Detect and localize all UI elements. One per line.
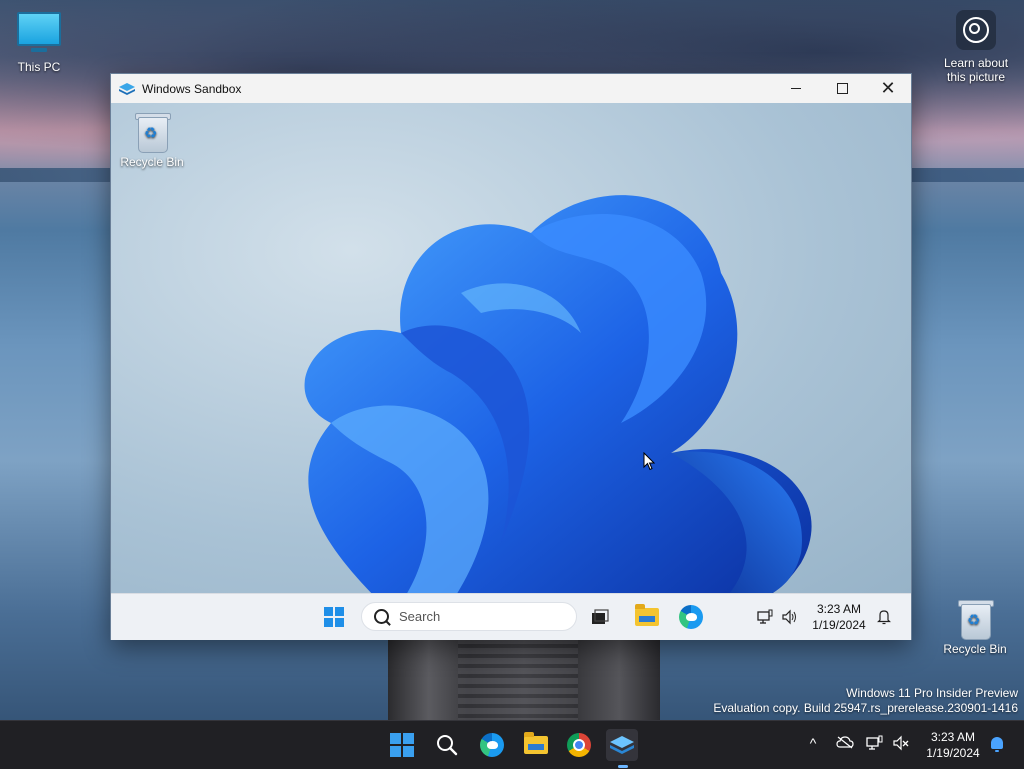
desktop-icon-this-pc[interactable]: This PC <box>0 12 78 74</box>
minimize-button[interactable] <box>773 74 819 103</box>
learn-label: Learn about this picture <box>943 56 1009 84</box>
notification-button[interactable] <box>873 606 895 628</box>
start-button[interactable] <box>386 729 418 761</box>
search-button[interactable] <box>431 729 463 761</box>
edge-beta-button[interactable] <box>476 729 508 761</box>
windows-sandbox-icon <box>119 82 135 95</box>
task-view-icon <box>592 609 609 624</box>
start-button[interactable] <box>319 604 349 630</box>
network-button[interactable] <box>755 606 775 628</box>
volume-icon <box>782 609 796 625</box>
taskbar-clock[interactable]: 3:23 AM 1/19/2024 <box>920 729 986 761</box>
recycle-bin-icon: ♻ <box>958 598 994 640</box>
clock-time: 3:23 AM <box>930 730 976 744</box>
desktop-icon-label: Recycle Bin <box>120 155 184 169</box>
chevron-up-icon: ^ <box>809 735 817 751</box>
watermark-line: Evaluation copy. Build 25947.rs_prerelea… <box>713 701 1018 715</box>
network-icon <box>757 609 773 624</box>
chrome-button[interactable] <box>563 729 595 761</box>
recycle-bin-icon: ♻ <box>135 111 171 153</box>
evaluation-watermark: Windows 11 Pro Insider Preview Evaluatio… <box>713 686 1018 716</box>
monitor-icon <box>17 12 61 52</box>
sandbox-taskbar: Search 3:23 AM 1/19/2024 <box>111 593 911 640</box>
sandbox-desktop-icon-recycle-bin[interactable]: ♻ Recycle Bin <box>113 111 191 169</box>
bell-icon <box>991 737 1003 752</box>
desktop-icon-label: Recycle Bin <box>943 642 1007 656</box>
onedrive-button[interactable] <box>834 735 856 752</box>
chrome-icon <box>567 733 591 757</box>
maximize-button[interactable] <box>819 74 865 103</box>
sandbox-window[interactable]: Windows Sandbox ✕ ♻ Recycle Bin Search 3… <box>110 73 912 640</box>
file-explorer-button[interactable] <box>520 729 552 761</box>
volume-button[interactable] <box>890 735 912 754</box>
clock-date: 1/19/2024 <box>926 746 980 760</box>
clock-time: 3:23 AM <box>816 602 862 616</box>
taskbar: ^ 3:23 AM 1/19/2024 <box>0 720 1024 769</box>
desktop-icon-recycle-bin[interactable]: ♻ Recycle Bin <box>936 598 1014 656</box>
edge-icon <box>679 605 703 629</box>
search-icon <box>437 735 458 756</box>
learn-about-picture[interactable]: Learn about this picture <box>938 10 1014 84</box>
title-bar[interactable]: Windows Sandbox ✕ <box>111 74 911 103</box>
volume-button[interactable] <box>779 606 801 628</box>
search-placeholder: Search <box>399 609 441 624</box>
desktop-icon-label: This PC <box>17 60 61 74</box>
file-explorer-icon <box>635 604 659 626</box>
notification-button[interactable] <box>986 737 1008 752</box>
search-box[interactable]: Search <box>361 602 577 631</box>
watermark-line: Windows 11 Pro Insider Preview <box>846 686 1018 700</box>
start-icon <box>390 733 414 757</box>
windows-sandbox-icon <box>610 736 634 754</box>
start-icon <box>324 607 344 627</box>
network-icon <box>866 735 883 750</box>
file-explorer-button[interactable] <box>633 604 661 630</box>
network-button[interactable] <box>864 735 886 754</box>
bloom-wallpaper <box>304 195 812 593</box>
wallpaper-pier <box>388 638 660 722</box>
task-view-button[interactable] <box>587 604 613 630</box>
sandbox-clock[interactable]: 3:23 AM 1/19/2024 <box>809 601 869 633</box>
volume-muted-icon <box>893 735 909 751</box>
close-icon: ✕ <box>880 78 896 98</box>
clock-date: 1/19/2024 <box>812 618 866 632</box>
sandbox-desktop[interactable]: ♻ Recycle Bin <box>111 103 911 593</box>
search-icon <box>374 609 389 624</box>
window-title: Windows Sandbox <box>142 81 242 96</box>
show-hidden-icons-button[interactable]: ^ <box>802 735 824 751</box>
file-explorer-icon <box>524 732 548 754</box>
camera-icon <box>956 10 996 50</box>
edge-button[interactable] <box>677 604 705 630</box>
windows-sandbox-button[interactable] <box>606 729 638 768</box>
close-button[interactable]: ✕ <box>865 74 911 103</box>
onedrive-icon <box>836 736 854 749</box>
bell-icon <box>877 610 891 625</box>
edge-beta-icon <box>480 733 504 757</box>
